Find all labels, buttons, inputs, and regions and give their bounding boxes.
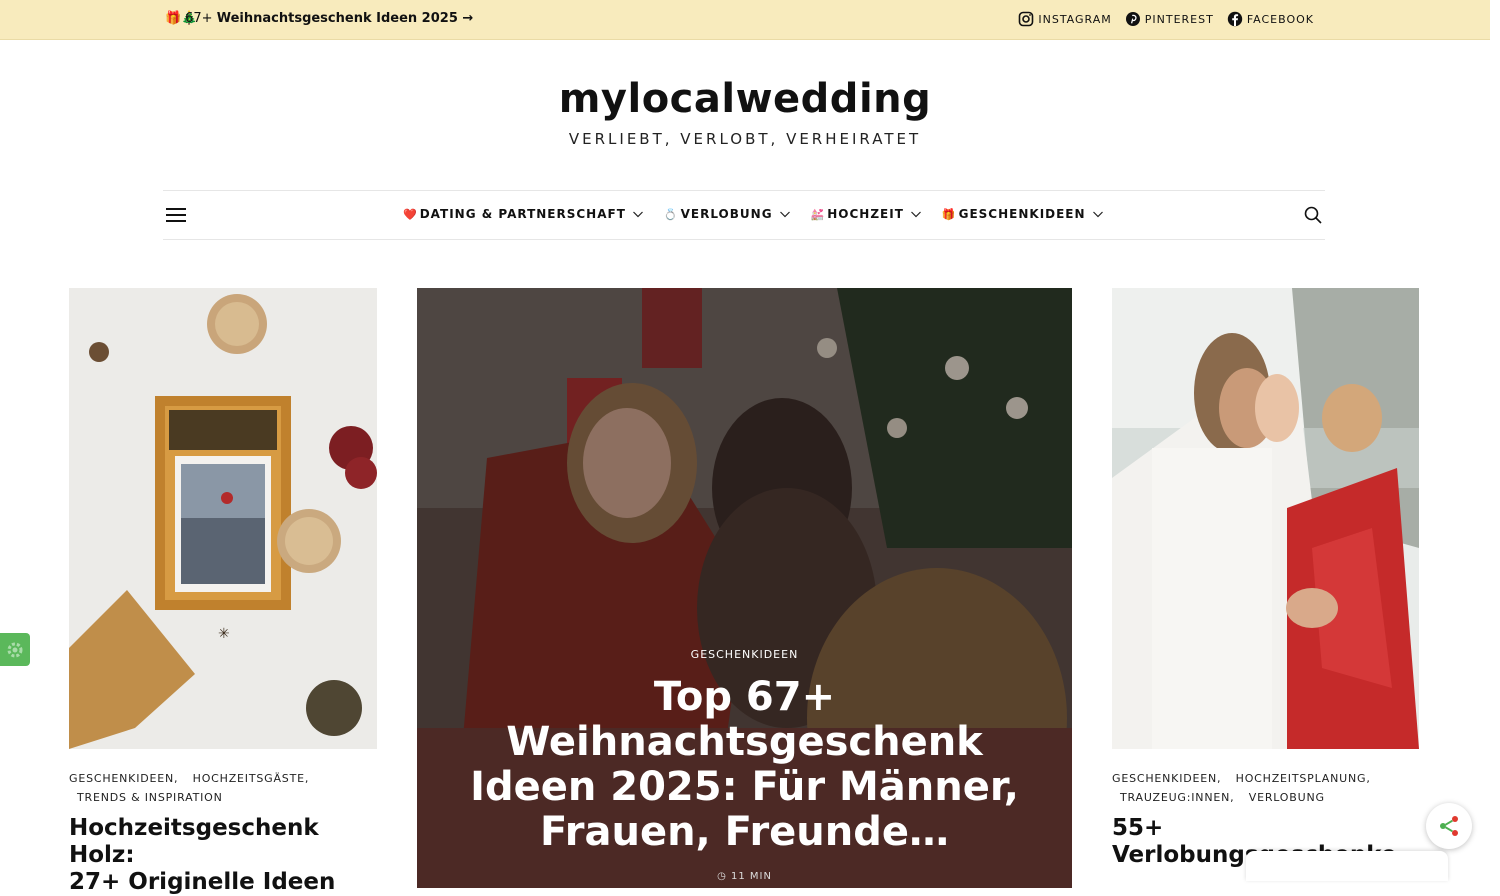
chevron-down-icon [632, 211, 643, 218]
chevron-down-icon [779, 211, 790, 218]
site-branding: mylocalwedding VERLIEBT, VERLOBT, VERHEI… [0, 76, 1490, 148]
menu-item-label: GESCHENKIDEEN [958, 207, 1086, 221]
pinterest-link[interactable]: PINTEREST [1125, 11, 1214, 27]
featured-title[interactable]: Top 67+ Weihnachtsgeschenk Ideen 2025: F… [417, 675, 1072, 855]
featured-post[interactable]: GESCHENKIDEEN Top 67+ Weihnachtsgeschenk… [417, 288, 1072, 888]
post-title-line: 27+ Originelle Ideen [69, 869, 336, 895]
wooden-gift-box-image: ✳ [69, 288, 377, 749]
chevron-down-icon [910, 211, 921, 218]
facebook-label: FACEBOOK [1246, 12, 1314, 26]
clock-icon: ◷ [717, 871, 731, 882]
post-title-line: 55+ [1112, 815, 1164, 841]
pinterest-icon [1125, 12, 1140, 26]
pinterest-label: PINTEREST [1144, 12, 1214, 26]
read-time: ◷ 11 MIN [417, 871, 1072, 882]
ring-emoji: 💍 [663, 207, 679, 221]
facebook-link[interactable]: FACEBOOK [1227, 11, 1314, 27]
category-link[interactable]: HOCHZEITSGÄSTE, [193, 769, 310, 788]
category-link[interactable]: GESCHENKIDEEN, [1112, 769, 1221, 788]
share-icon [1440, 816, 1458, 836]
post-title-line: Hochzeitsgeschenk Holz: [69, 815, 319, 868]
menu-item-verlobung[interactable]: 💍 VERLOBUNG [664, 207, 791, 221]
hamburger-menu-icon[interactable] [166, 208, 186, 222]
instagram-link[interactable]: INSTAGRAM [1018, 11, 1111, 27]
category-link[interactable]: GESCHENKIDEEN, [69, 769, 178, 788]
main-navigation: ❤️ DATING & PARTNERSCHAFT 💍 VERLOBUNG 💒 … [163, 190, 1325, 240]
read-time-label: 11 MIN [730, 871, 772, 882]
menu-item-label: DATING & PARTNERSCHAFT [419, 207, 626, 221]
site-title[interactable]: mylocalwedding [0, 76, 1490, 122]
menu-item-label: VERLOBUNG [680, 207, 773, 221]
post-categories: GESCHENKIDEEN, HOCHZEITSPLANUNG, TRAUZEU… [1112, 769, 1419, 807]
social-links: INSTAGRAM PINTEREST FACEBOOK [1018, 11, 1314, 27]
facebook-icon [1227, 11, 1243, 27]
menu-item-label: HOCHZEIT [827, 207, 904, 221]
menu-item-geschenkideen[interactable]: 🎁 GESCHENKIDEEN [942, 207, 1104, 221]
category-link[interactable]: TRENDS & INSPIRATION [77, 788, 223, 807]
gear-icon [7, 642, 23, 658]
menu-item-hochzeit[interactable]: 💒 HOCHZEIT [811, 207, 922, 221]
category-link[interactable]: HOCHZEITSPLANUNG, [1236, 769, 1371, 788]
site-tagline: VERLIEBT, VERLOBT, VERHEIRATET [568, 130, 922, 148]
post-categories: GESCHENKIDEEN, HOCHZEITSGÄSTE, TRENDS & … [69, 769, 377, 807]
search-icon[interactable] [1303, 205, 1323, 225]
promo-text: Weihnachtsgeschenk Ideen 2025 → [216, 11, 474, 26]
instagram-label: INSTAGRAM [1038, 12, 1112, 26]
featured-overlay: GESCHENKIDEEN Top 67+ Weihnachtsgeschenk… [417, 648, 1072, 882]
promo-count: 67+ [185, 11, 213, 26]
chevron-down-icon [1092, 211, 1103, 218]
featured-category[interactable]: GESCHENKIDEEN [417, 648, 1072, 661]
gift-emoji: 🎁 [941, 207, 957, 221]
top-bar: 🎁🎄 67+ Weihnachtsgeschenk Ideen 2025 → I… [0, 0, 1490, 40]
menu-list: ❤️ DATING & PARTNERSCHAFT 💍 VERLOBUNG 💒 … [403, 207, 1104, 221]
heart-emoji: ❤️ [403, 207, 418, 221]
instagram-icon [1019, 11, 1034, 27]
post-title[interactable]: Hochzeitsgeschenk Holz: 27+ Originelle I… [69, 815, 377, 896]
gift-tree-emoji: 🎁🎄 [165, 11, 198, 26]
promo-link[interactable]: 🎁🎄 67+ Weihnachtsgeschenk Ideen 2025 → [165, 11, 473, 26]
menu-item-dating[interactable]: ❤️ DATING & PARTNERSCHAFT [403, 207, 644, 221]
post-thumbnail[interactable] [1112, 288, 1419, 749]
bottom-popup-tab[interactable] [1246, 851, 1448, 881]
post-card-left: ✳ GESCHENKIDEEN, HOCHZEITSGÄSTE, TRENDS … [69, 288, 377, 896]
share-button[interactable] [1426, 803, 1472, 849]
privacy-settings-badge[interactable] [0, 633, 30, 666]
post-card-right: GESCHENKIDEEN, HOCHZEITSPLANUNG, TRAUZEU… [1112, 288, 1419, 869]
wedding-emoji: 💒 [810, 207, 826, 221]
svg-text:✳: ✳ [218, 626, 230, 642]
category-link[interactable]: VERLOBUNG [1249, 788, 1325, 807]
engaged-couple-image [1112, 288, 1419, 749]
post-thumbnail[interactable]: ✳ [69, 288, 377, 749]
category-link[interactable]: TRAUZEUG:INNEN, [1120, 788, 1234, 807]
